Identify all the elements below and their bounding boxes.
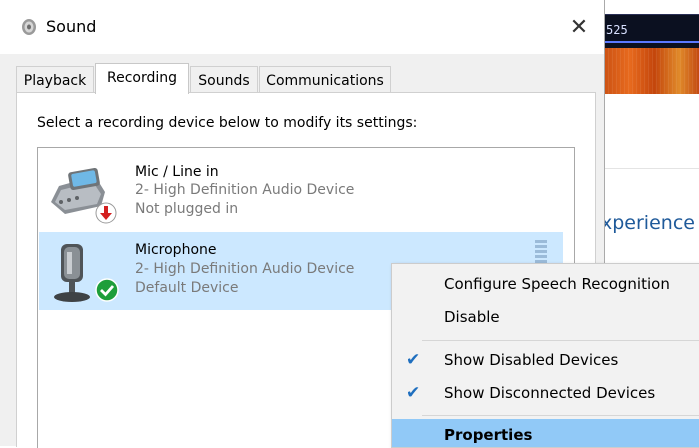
menu-separator bbox=[422, 415, 699, 416]
menu-item-configure-speech-recognition[interactable]: Configure Speech Recognition bbox=[392, 268, 699, 300]
device-name: Microphone bbox=[135, 242, 217, 258]
background-heading: xperience bbox=[601, 212, 695, 234]
checkmark-icon: ✔ bbox=[406, 350, 421, 370]
menu-item-disable[interactable]: Disable bbox=[392, 301, 699, 333]
checkmark-icon: ✔ bbox=[406, 383, 421, 403]
tab-sounds[interactable]: Sounds bbox=[190, 66, 258, 92]
device-detail: 2- High Definition Audio Device bbox=[135, 261, 355, 277]
device-item-mic-line-in[interactable]: Mic / Line in 2- High Definition Audio D… bbox=[39, 152, 563, 230]
default-device-check-icon bbox=[95, 278, 119, 302]
menu-item-show-disabled-devices[interactable]: ✔ Show Disabled Devices bbox=[392, 344, 699, 376]
close-icon: ✕ bbox=[569, 14, 589, 40]
window-title: Sound bbox=[46, 17, 97, 36]
waterfall-display bbox=[600, 48, 699, 94]
device-status: Default Device bbox=[135, 280, 239, 296]
tab-recording[interactable]: Recording bbox=[95, 63, 189, 94]
context-menu: Configure Speech Recognition Disable ✔ S… bbox=[391, 263, 699, 448]
level-meter-icon bbox=[535, 240, 547, 264]
instruction-text: Select a recording device below to modif… bbox=[37, 115, 418, 131]
frequency-readout: 525 bbox=[606, 23, 628, 37]
menu-separator bbox=[422, 340, 699, 341]
tab-playback[interactable]: Playback bbox=[16, 66, 94, 92]
menu-item-show-disconnected-devices[interactable]: ✔ Show Disconnected Devices bbox=[392, 377, 699, 409]
menu-item-properties[interactable]: Properties bbox=[392, 419, 699, 447]
title-bar[interactable]: Sound ✕ bbox=[0, 0, 604, 54]
not-plugged-in-badge-icon bbox=[95, 202, 117, 224]
spectrum-strip: 525 bbox=[600, 14, 699, 49]
tab-communications[interactable]: Communications bbox=[259, 66, 391, 92]
device-status: Not plugged in bbox=[135, 201, 239, 217]
close-button[interactable]: ✕ bbox=[556, 8, 602, 46]
device-name: Mic / Line in bbox=[135, 164, 219, 180]
device-detail: 2- High Definition Audio Device bbox=[135, 182, 355, 198]
speaker-icon bbox=[22, 19, 36, 35]
